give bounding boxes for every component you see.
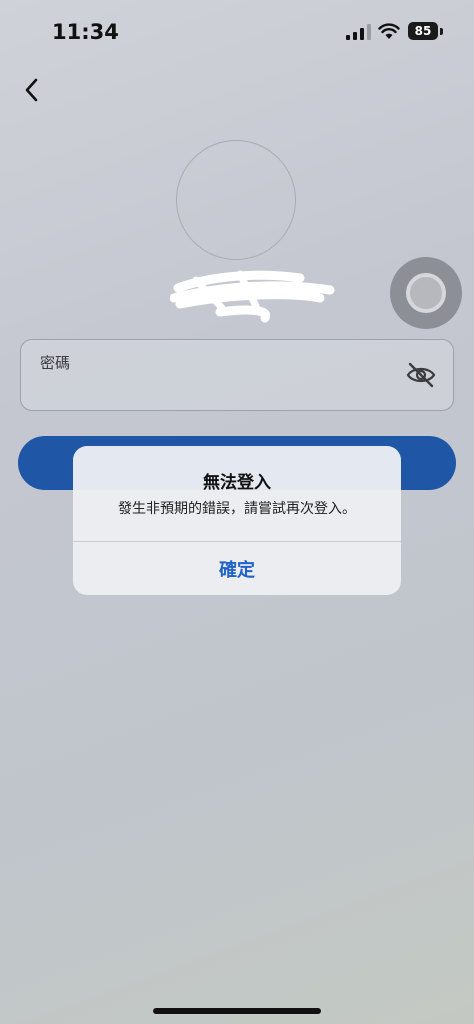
assistive-touch-ring: [406, 273, 446, 313]
battery-level: 85: [414, 24, 432, 38]
chevron-left-icon: [25, 78, 38, 102]
avatar: [176, 140, 296, 260]
battery-tip: [440, 28, 443, 35]
username-redaction: [170, 270, 335, 323]
error-alert: 無法登入 發生非預期的錯誤，請嘗試再次登入。 確定: [73, 446, 401, 595]
wifi-icon: [378, 23, 400, 39]
password-field[interactable]: 密碼: [20, 339, 454, 411]
status-bar: 11:34 85: [0, 0, 474, 62]
alert-confirm-button[interactable]: 確定: [73, 542, 401, 595]
assistive-touch-button[interactable]: [390, 257, 462, 329]
home-indicator[interactable]: [153, 1008, 321, 1014]
signal-icon: [346, 24, 371, 40]
back-button[interactable]: [18, 72, 50, 108]
alert-message: 發生非預期的錯誤，請嘗試再次登入。: [118, 501, 356, 517]
status-time: 11:34: [52, 20, 119, 44]
alert-title: 無法登入: [203, 473, 271, 493]
login-screen: 11:34 85 密碼 無法登入 發生非預期的錯誤，請嘗試再次登入。 確定: [0, 0, 474, 1024]
password-label: 密碼: [40, 354, 71, 372]
eye-slash-icon[interactable]: [405, 360, 437, 390]
battery-icon: 85: [408, 22, 438, 40]
